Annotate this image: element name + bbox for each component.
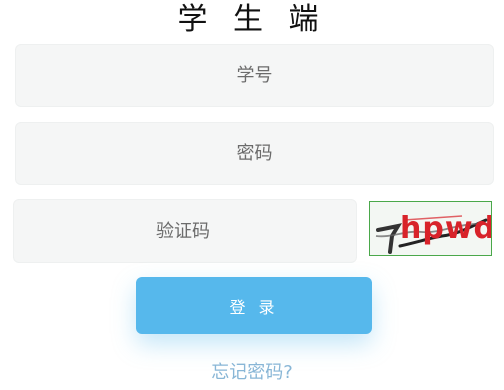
page-title: 学 生 端 — [177, 2, 327, 37]
captcha-graphic: hpwd — [370, 202, 492, 255]
captcha-input[interactable] — [14, 199, 356, 263]
captcha-text: hpwd — [400, 211, 492, 246]
forgot-password-link[interactable]: 忘记密码? — [0, 358, 504, 384]
student-id-input[interactable] — [16, 44, 493, 107]
captcha-field[interactable] — [13, 199, 357, 263]
password-field[interactable] — [15, 122, 494, 185]
password-input[interactable] — [16, 122, 493, 185]
captcha-image[interactable]: hpwd — [369, 201, 492, 256]
login-button[interactable]: 登 录 — [136, 277, 372, 334]
student-id-field[interactable] — [15, 44, 494, 107]
